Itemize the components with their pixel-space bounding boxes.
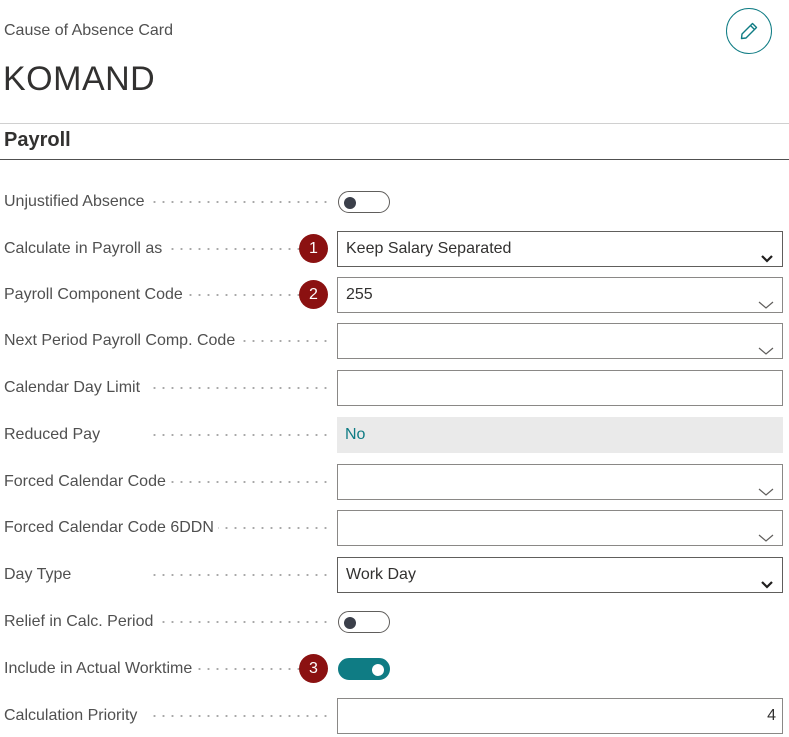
field-row-calculation-priority: Calculation Priority 4	[0, 698, 789, 734]
field-row-reduced-pay: Reduced Pay No	[0, 417, 789, 453]
label-leader-dots	[150, 434, 330, 436]
day-type-value: Work Day	[346, 566, 416, 583]
field-label-next-period-payroll-comp-code: Next Period Payroll Comp. Code	[4, 323, 240, 359]
chevron-down-icon	[760, 569, 774, 603]
relief-in-calc-period-toggle[interactable]	[338, 611, 390, 633]
field-label-unjustified-absence: Unjustified Absence	[4, 184, 149, 220]
label-leader-dots	[150, 621, 330, 623]
include-in-actual-worktime-toggle[interactable]	[338, 658, 390, 680]
label-leader-dots	[150, 715, 330, 717]
field-label-relief-in-calc-period: Relief in Calc. Period	[4, 604, 158, 640]
field-label-payroll-component-code: Payroll Component Code	[4, 277, 187, 313]
toggle-knob	[372, 664, 384, 676]
label-leader-dots	[150, 387, 330, 389]
chevron-down-icon[interactable]	[758, 522, 774, 556]
header-divider	[0, 123, 789, 124]
field-row-include-in-actual-worktime: Include in Actual Worktime 3	[0, 651, 789, 687]
label-leader-dots	[150, 574, 330, 576]
payroll-component-code-value: 255	[346, 286, 373, 303]
chevron-down-icon[interactable]	[758, 476, 774, 510]
field-row-payroll-component-code: Payroll Component Code 2 255	[0, 277, 789, 313]
field-label-forced-calendar-code-6ddn: Forced Calendar Code 6DDN	[4, 510, 218, 546]
step-badge-2: 2	[299, 280, 328, 309]
page-caption: Cause of Absence Card	[4, 22, 173, 39]
calculation-priority-input[interactable]: 4	[337, 698, 783, 734]
field-row-relief-in-calc-period: Relief in Calc. Period	[0, 604, 789, 640]
step-badge-1: 1	[299, 234, 328, 263]
field-label-calculation-priority: Calculation Priority	[4, 698, 142, 734]
edit-button[interactable]	[726, 8, 772, 54]
toggle-knob	[344, 197, 356, 209]
day-type-select[interactable]: Work Day	[337, 557, 783, 593]
field-label-reduced-pay: Reduced Pay	[4, 417, 105, 453]
field-label-forced-calendar-code: Forced Calendar Code	[4, 464, 170, 500]
calendar-day-limit-input[interactable]	[337, 370, 783, 406]
section-title-payroll[interactable]: Payroll	[4, 129, 71, 152]
page-title: KOMAND	[3, 60, 156, 98]
field-row-calendar-day-limit: Calendar Day Limit	[0, 370, 789, 406]
field-label-calculate-in-payroll: Calculate in Payroll as	[4, 231, 167, 267]
label-leader-dots	[150, 481, 330, 483]
step-badge-3: 3	[299, 654, 328, 683]
field-row-unjustified-absence: Unjustified Absence	[0, 184, 789, 220]
forced-calendar-code-6ddn-lookup[interactable]	[337, 510, 783, 546]
field-row-forced-calendar-code-6ddn: Forced Calendar Code 6DDN	[0, 510, 789, 546]
field-label-calendar-day-limit: Calendar Day Limit	[4, 370, 145, 406]
field-row-day-type: Day Type Work Day	[0, 557, 789, 593]
chevron-down-icon[interactable]	[758, 335, 774, 369]
next-period-payroll-comp-code-lookup[interactable]	[337, 323, 783, 359]
field-label-include-in-actual-worktime: Include in Actual Worktime	[4, 651, 197, 687]
chevron-down-icon[interactable]	[758, 289, 774, 323]
field-label-day-type: Day Type	[4, 557, 76, 593]
payroll-component-code-lookup[interactable]: 255	[337, 277, 783, 313]
calculate-in-payroll-value: Keep Salary Separated	[346, 240, 512, 257]
field-row-calculate-in-payroll: Calculate in Payroll as 1 Keep Salary Se…	[0, 231, 789, 267]
reduced-pay-value: No	[337, 417, 783, 453]
chevron-down-icon	[760, 243, 774, 277]
toggle-knob	[344, 617, 356, 629]
section-divider	[0, 159, 789, 160]
label-leader-dots	[150, 201, 330, 203]
field-row-next-period-payroll-comp-code: Next Period Payroll Comp. Code	[0, 323, 789, 359]
forced-calendar-code-lookup[interactable]	[337, 464, 783, 500]
field-row-forced-calendar-code: Forced Calendar Code	[0, 464, 789, 500]
calculate-in-payroll-select[interactable]: Keep Salary Separated	[337, 231, 783, 267]
pencil-icon	[739, 21, 759, 41]
unjustified-absence-toggle[interactable]	[338, 191, 390, 213]
